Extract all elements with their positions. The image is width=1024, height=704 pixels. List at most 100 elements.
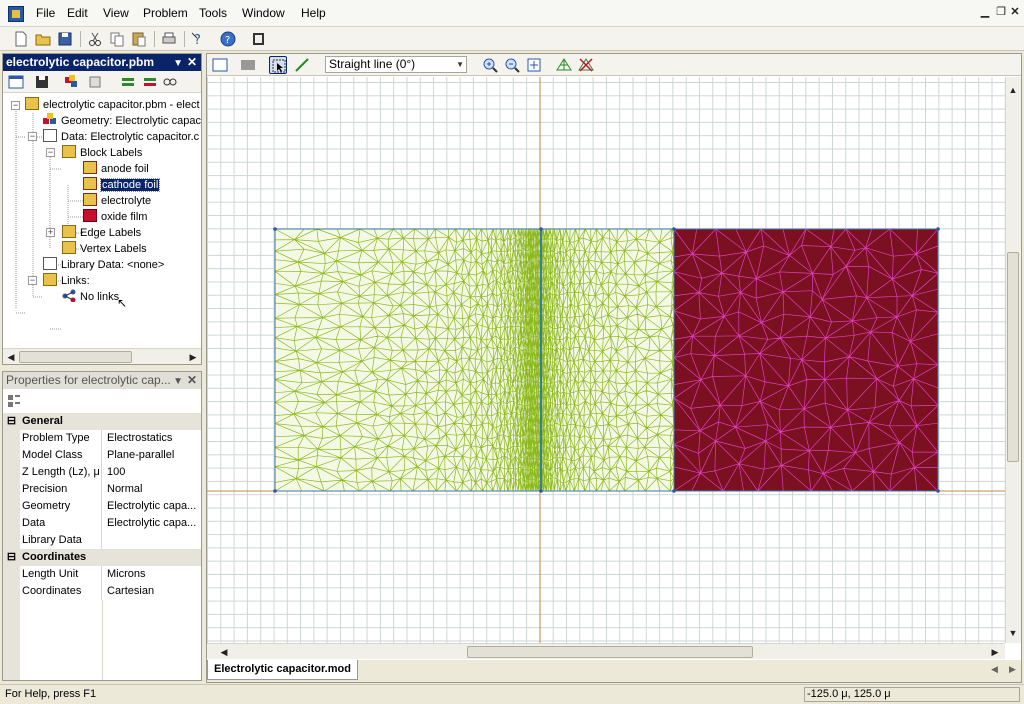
tree-horizontal-scrollbar[interactable]: ◀ ▶ <box>3 348 201 364</box>
properties-panel-title-text: Properties for electrolytic cap... <box>6 373 171 387</box>
tree-item-anode-foil[interactable]: anode foil <box>83 161 149 177</box>
scroll-up-icon[interactable]: ▲ <box>1006 83 1020 97</box>
prop-row[interactable]: Data Electrolytic capa... <box>3 515 201 532</box>
cut-icon[interactable] <box>86 30 104 48</box>
view-icon[interactable] <box>211 56 229 74</box>
zoom-in-icon[interactable] <box>481 56 499 74</box>
tree-item-block-labels[interactable]: Block Labels <box>62 145 142 161</box>
tree-collapse-toggle[interactable]: − <box>28 132 37 141</box>
copy-label-icon[interactable] <box>87 73 105 91</box>
tree-item-library-data[interactable]: Library Data: <none> <box>43 257 164 273</box>
prop-row[interactable]: Length Unit Microns <box>3 566 201 583</box>
print-icon[interactable] <box>160 30 178 48</box>
properties-icon[interactable] <box>7 73 25 91</box>
folder-icon <box>62 225 76 238</box>
tree-item-edge-labels[interactable]: Edge Labels <box>62 225 141 241</box>
tab-scroll-right-icon[interactable]: ▶ <box>1009 664 1016 675</box>
save-icon[interactable] <box>56 30 74 48</box>
canvas-horizontal-scrollbar[interactable]: ◀ ▶ <box>207 643 1005 659</box>
scroll-left-icon[interactable]: ◀ <box>4 350 18 364</box>
categorized-icon[interactable] <box>7 394 21 408</box>
help-icon[interactable]: ? <box>219 30 237 48</box>
tree-item-electrolyte[interactable]: electrolyte <box>83 193 151 209</box>
tree-collapse-toggle[interactable]: − <box>46 148 55 157</box>
model-view: Straight line (0°) ▼ ▲ ▼ ◀ ▶ Electrolyti… <box>206 53 1022 683</box>
select-icon[interactable] <box>269 56 287 74</box>
prop-row[interactable]: Problem Type Electrostatics <box>3 430 201 447</box>
scroll-thumb[interactable] <box>1007 252 1019 462</box>
tree-item-links[interactable]: Links: <box>43 273 90 289</box>
menu-window[interactable]: Window <box>242 6 285 20</box>
prop-row[interactable]: Z Length (Lz), μ 100 <box>3 464 201 481</box>
tree-item-geometry[interactable]: Geometry: Electrolytic capac <box>43 113 201 129</box>
mesh-drawing <box>207 77 1005 643</box>
prop-row[interactable]: Model Class Plane-parallel <box>3 447 201 464</box>
tab-model[interactable]: Electrolytic capacitor.mod <box>207 660 358 680</box>
book-icon[interactable] <box>249 30 267 48</box>
model-canvas[interactable] <box>207 77 1005 643</box>
prop-row[interactable]: Library Data <box>3 532 201 549</box>
scroll-thumb[interactable] <box>19 351 132 363</box>
collapse-icon[interactable]: ⊟ <box>3 549 20 566</box>
canvas-vertical-scrollbar[interactable]: ▲ ▼ <box>1005 77 1021 643</box>
tree-collapse-toggle[interactable]: − <box>28 276 37 285</box>
minimize-icon[interactable]: ▁ <box>978 5 992 19</box>
tree-item-oxide-film[interactable]: oxide film <box>83 209 147 225</box>
scroll-right-icon[interactable]: ▶ <box>186 350 200 364</box>
document-tabs: Electrolytic capacitor.mod ◀ ▶ <box>207 660 1021 682</box>
shading-icon[interactable] <box>239 56 257 74</box>
menu-file[interactable]: File <box>36 6 55 20</box>
tree-item-problem[interactable]: electrolytic capacitor.pbm - elect <box>25 97 200 113</box>
scroll-left-icon[interactable]: ◀ <box>217 645 231 659</box>
close-panel-icon[interactable]: ✕ <box>187 372 197 389</box>
restore-icon[interactable]: ❐ <box>994 5 1008 19</box>
draw-line-icon[interactable] <box>293 56 311 74</box>
tree-item-no-links[interactable]: No links <box>62 289 119 305</box>
props-gutter <box>3 600 20 680</box>
paste-icon[interactable] <box>130 30 148 48</box>
mesh-icon[interactable] <box>555 56 573 74</box>
prop-row[interactable]: Coordinates Cartesian <box>3 583 201 600</box>
menu-tools[interactable]: Tools <box>199 6 227 20</box>
tab-scroll-left-icon[interactable]: ◀ <box>991 664 998 675</box>
line-mode-select[interactable]: Straight line (0°) ▼ <box>325 56 467 73</box>
tree-item-vertex-labels[interactable]: Vertex Labels <box>62 241 147 257</box>
prop-category-coordinates[interactable]: ⊟ Coordinates <box>3 549 201 566</box>
app-icon[interactable] <box>8 6 24 22</box>
menu-bar: File Edit View Problem Tools Window Help… <box>0 0 1024 27</box>
close-icon[interactable]: ✕ <box>1008 5 1022 19</box>
prop-row[interactable]: Geometry Electrolytic capa... <box>3 498 201 515</box>
save-icon[interactable] <box>33 73 51 91</box>
scroll-thumb[interactable] <box>467 646 753 658</box>
context-help-icon[interactable]: ? <box>190 30 208 48</box>
zoom-out-icon[interactable] <box>503 56 521 74</box>
menu-edit[interactable]: Edit <box>67 6 88 20</box>
close-panel-icon[interactable]: ✕ <box>187 54 197 71</box>
remove-mesh-icon[interactable] <box>577 56 595 74</box>
tree-collapse-toggle[interactable]: − <box>11 101 20 110</box>
folder-icon <box>62 145 76 158</box>
model-icon[interactable] <box>63 73 81 91</box>
prop-category-general[interactable]: ⊟ General <box>3 413 201 430</box>
move-down-icon[interactable] <box>141 73 159 91</box>
menu-view[interactable]: View <box>103 6 129 20</box>
tree-item-data[interactable]: Data: Electrolytic capacitor.c <box>43 129 199 145</box>
move-up-icon[interactable] <box>119 73 137 91</box>
scroll-right-icon[interactable]: ▶ <box>988 645 1002 659</box>
svg-text:?: ? <box>225 35 230 46</box>
collapse-icon[interactable]: ⊟ <box>3 413 20 430</box>
link-icon[interactable] <box>161 73 179 91</box>
new-icon[interactable] <box>12 30 30 48</box>
main-toolbar: ? ? <box>0 27 1024 51</box>
tree-item-cathode-foil[interactable]: cathode foil <box>83 177 161 193</box>
copy-icon[interactable] <box>108 30 126 48</box>
menu-help[interactable]: Help <box>301 6 326 20</box>
prop-row[interactable]: Precision Normal <box>3 481 201 498</box>
tree-expand-toggle[interactable]: + <box>46 228 55 237</box>
menu-problem[interactable]: Problem <box>143 6 188 20</box>
open-icon[interactable] <box>34 30 52 48</box>
zoom-fit-icon[interactable] <box>525 56 543 74</box>
dropdown-icon[interactable]: ▼ <box>173 373 183 390</box>
scroll-down-icon[interactable]: ▼ <box>1006 626 1020 640</box>
dropdown-icon[interactable]: ▼ <box>173 55 183 72</box>
